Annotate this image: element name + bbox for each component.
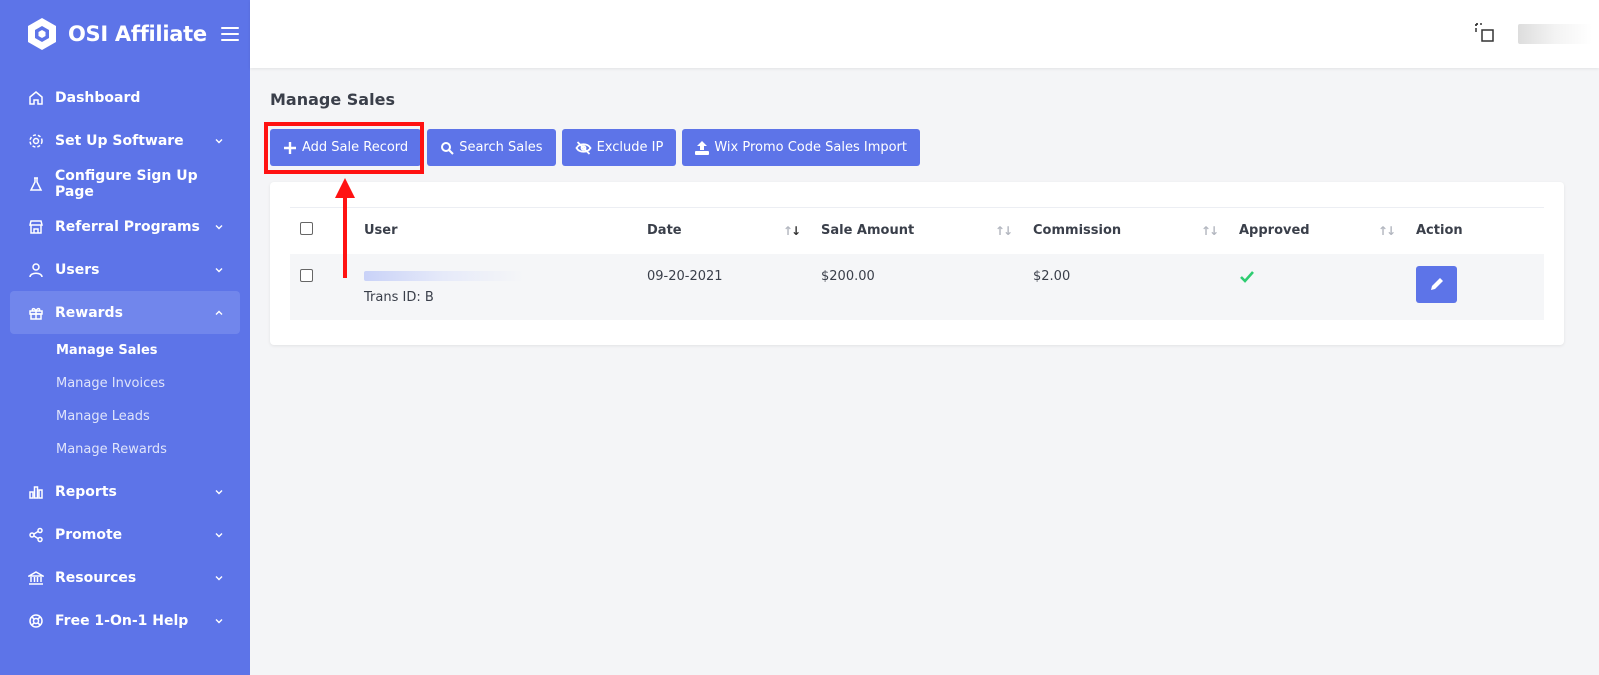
bank-icon bbox=[27, 569, 45, 587]
row-checkbox[interactable] bbox=[300, 268, 313, 282]
edit-button[interactable] bbox=[1416, 265, 1457, 303]
main-content: Manage Sales Add Sale Record Search Sale… bbox=[264, 68, 1564, 345]
sidebar-item-set-up-software[interactable]: Set Up Software bbox=[0, 119, 250, 162]
sidebar-item-referral-programs[interactable]: Referral Programs bbox=[0, 205, 250, 248]
sale-amount-cell: $200.00 bbox=[811, 253, 1023, 320]
user-cell: Trans ID: B bbox=[354, 253, 637, 320]
sidebar-nav: Dashboard Set Up Software Configure Sign… bbox=[0, 68, 250, 642]
column-header-approved[interactable]: Approved ↑↓ bbox=[1229, 207, 1406, 254]
sidebar-item-promote[interactable]: Promote bbox=[0, 513, 250, 556]
share-icon bbox=[27, 526, 45, 544]
chevron-down-icon bbox=[215, 267, 223, 272]
chevron-down-icon bbox=[215, 532, 223, 537]
sidebar-item-reports[interactable]: Reports bbox=[0, 470, 250, 513]
store-icon bbox=[27, 218, 45, 236]
page-title: Manage Sales bbox=[270, 90, 395, 109]
logo-icon bbox=[28, 18, 56, 50]
date-cell: 09-20-2021 bbox=[637, 253, 811, 320]
sidebar: OSI Affiliate Dashboard Set Up Software … bbox=[0, 0, 250, 675]
table-row: Trans ID: B 09-20-2021 $200.00 $2.00 bbox=[290, 253, 1544, 320]
approved-cell bbox=[1229, 253, 1406, 320]
upload-icon bbox=[695, 140, 710, 155]
sidebar-subitem-manage-rewards[interactable]: Manage Rewards bbox=[0, 433, 250, 466]
gear-icon bbox=[27, 132, 45, 150]
chevron-up-icon bbox=[215, 310, 223, 315]
fullscreen-icon[interactable] bbox=[1474, 22, 1496, 44]
annotation-arrow-icon bbox=[335, 178, 355, 278]
column-header-date[interactable]: Date ↑↓ bbox=[637, 207, 811, 254]
sidebar-item-configure-sign-up-page[interactable]: Configure Sign Up Page bbox=[0, 162, 250, 205]
sales-table: User Date ↑↓ Sale Amount ↑↓ Commission ↑↓ A… bbox=[290, 207, 1544, 320]
sidebar-item-resources[interactable]: Resources bbox=[0, 556, 250, 599]
rewards-submenu: Manage Sales Manage Invoices Manage Lead… bbox=[0, 334, 250, 470]
pencil-icon bbox=[1430, 278, 1443, 290]
sort-icon: ↑↓ bbox=[1200, 224, 1219, 238]
bar-chart-icon bbox=[27, 483, 45, 501]
lifebuoy-icon bbox=[27, 612, 45, 630]
select-all-checkbox[interactable] bbox=[300, 222, 313, 236]
sidebar-item-rewards[interactable]: Rewards bbox=[10, 291, 240, 334]
sort-icon: ↑↓ bbox=[994, 224, 1013, 238]
flask-icon bbox=[27, 175, 45, 193]
brand: OSI Affiliate bbox=[0, 0, 250, 68]
chevron-down-icon bbox=[215, 575, 223, 580]
column-header-user[interactable]: User bbox=[354, 207, 637, 254]
column-header-action: Action bbox=[1406, 207, 1544, 254]
search-sales-button[interactable]: Search Sales bbox=[427, 129, 556, 166]
commission-cell: $2.00 bbox=[1023, 253, 1229, 320]
sort-icon: ↑↓ bbox=[1377, 224, 1396, 238]
eye-slash-icon bbox=[575, 140, 592, 155]
sales-table-card: User Date ↑↓ Sale Amount ↑↓ Commission ↑↓ A… bbox=[270, 182, 1564, 345]
user-menu[interactable] bbox=[1518, 24, 1592, 44]
chevron-down-icon bbox=[215, 224, 223, 229]
home-icon bbox=[27, 89, 45, 107]
sidebar-item-free-1-on-1-help[interactable]: Free 1-On-1 Help bbox=[0, 599, 250, 642]
sort-icon: ↑↓ bbox=[782, 224, 801, 238]
chevron-down-icon bbox=[215, 489, 223, 494]
sidebar-item-dashboard[interactable]: Dashboard bbox=[0, 76, 250, 119]
topbar bbox=[250, 0, 1599, 68]
column-header-sale-amount[interactable]: Sale Amount ↑↓ bbox=[811, 207, 1023, 254]
user-icon bbox=[27, 261, 45, 279]
user-link[interactable] bbox=[364, 270, 524, 281]
exclude-ip-button[interactable]: Exclude IP bbox=[561, 129, 677, 166]
sidebar-subitem-manage-leads[interactable]: Manage Leads bbox=[0, 400, 250, 433]
column-header-commission[interactable]: Commission ↑↓ bbox=[1023, 207, 1229, 254]
sidebar-subitem-manage-invoices[interactable]: Manage Invoices bbox=[0, 367, 250, 400]
action-toolbar: Add Sale Record Search Sales Exclude IP … bbox=[264, 122, 1564, 174]
sidebar-item-users[interactable]: Users bbox=[0, 248, 250, 291]
search-icon bbox=[441, 141, 454, 155]
chevron-down-icon bbox=[215, 138, 223, 143]
gift-icon bbox=[27, 304, 45, 322]
action-cell bbox=[1406, 253, 1544, 320]
sidebar-subitem-manage-sales[interactable]: Manage Sales bbox=[0, 334, 250, 367]
annotation-highlight-box bbox=[264, 122, 424, 174]
wix-promo-code-sales-import-button[interactable]: Wix Promo Code Sales Import bbox=[682, 129, 920, 166]
chevron-down-icon bbox=[215, 618, 223, 623]
check-icon bbox=[1240, 270, 1254, 283]
hamburger-menu-icon[interactable] bbox=[220, 27, 239, 41]
app-name: OSI Affiliate bbox=[68, 22, 207, 46]
trans-id: Trans ID: B bbox=[364, 289, 434, 305]
table-header-row: User Date ↑↓ Sale Amount ↑↓ Commission ↑↓ A… bbox=[290, 207, 1544, 254]
